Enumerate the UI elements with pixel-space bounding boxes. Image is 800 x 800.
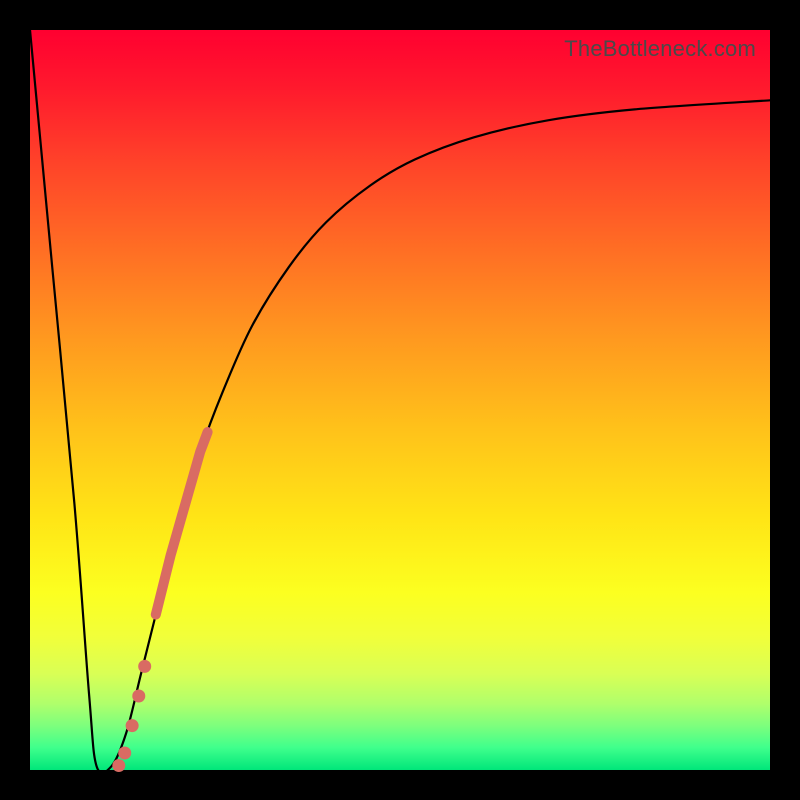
curve-layer	[30, 30, 770, 770]
curve-dot	[126, 719, 139, 732]
chart-frame: TheBottleneck.com	[0, 0, 800, 800]
curve-dot	[118, 746, 131, 759]
curve-dot	[112, 759, 125, 772]
highlight-segment	[156, 432, 208, 615]
curve-dot	[132, 690, 145, 703]
curve-dot	[138, 660, 151, 673]
plot-area: TheBottleneck.com	[30, 30, 770, 770]
